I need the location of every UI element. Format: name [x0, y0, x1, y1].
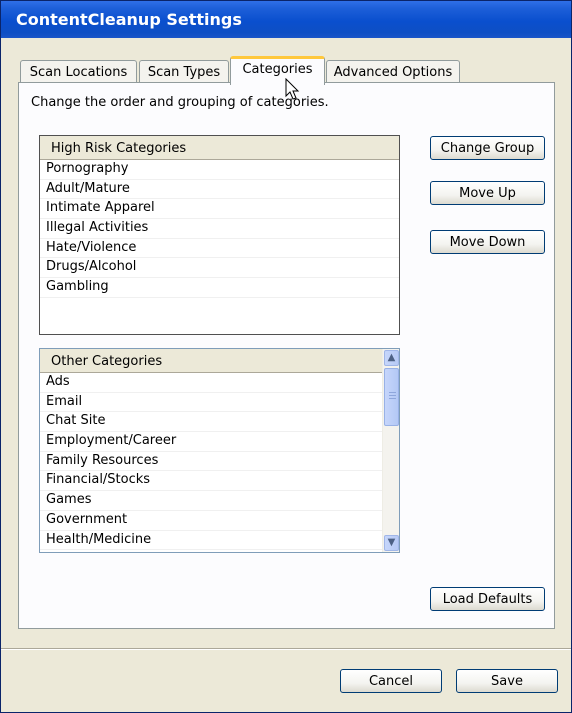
change-group-button[interactable]: Change Group: [430, 136, 545, 160]
list-item[interactable]: Government: [40, 511, 382, 531]
grip-line: [389, 398, 396, 399]
tab-label: Scan Types: [147, 65, 221, 80]
list-item[interactable]: Intimate Apparel: [40, 199, 399, 220]
footer-separator: [1, 648, 571, 650]
categories-panel: Change the order and grouping of categor…: [18, 82, 555, 629]
list-item[interactable]: Adult/Mature: [40, 180, 399, 200]
list-item[interactable]: Pornography: [40, 160, 399, 180]
tab-scan-locations[interactable]: Scan Locations: [20, 60, 137, 84]
tab-label: Advanced Options: [333, 65, 453, 80]
list-item[interactable]: Employment/Career: [40, 432, 382, 452]
settings-dialog: ContentCleanup Settings Scan Locations S…: [0, 0, 572, 713]
high-risk-list-header[interactable]: High Risk Categories: [40, 136, 399, 160]
tab-scan-types[interactable]: Scan Types: [139, 60, 229, 84]
other-list-header[interactable]: Other Categories: [40, 349, 382, 373]
chevron-up-icon[interactable]: ▲: [384, 350, 399, 366]
vertical-scrollbar[interactable]: ▲ ▼: [382, 349, 399, 552]
list-item[interactable]: Ads: [40, 373, 382, 393]
list-item[interactable]: Chat Site: [40, 412, 382, 433]
scroll-thumb[interactable]: [384, 368, 399, 426]
list-item[interactable]: Illegal Activities: [40, 219, 399, 239]
mouse-pointer-icon: [285, 78, 300, 100]
save-button[interactable]: Save: [456, 669, 558, 693]
window-title: ContentCleanup Settings: [16, 10, 242, 29]
list-item[interactable]: Games: [40, 491, 382, 511]
title-bar[interactable]: ContentCleanup Settings: [1, 1, 571, 38]
grip-line: [389, 395, 396, 396]
list-item[interactable]: Drugs/Alcohol: [40, 258, 399, 279]
cancel-button[interactable]: Cancel: [340, 669, 442, 693]
chevron-down-icon[interactable]: ▼: [384, 535, 399, 551]
other-list-content: Other Categories Ads Email Chat Site Emp…: [40, 349, 382, 551]
list-item[interactable]: Gambling: [40, 278, 399, 298]
high-risk-list[interactable]: High Risk Categories Pornography Adult/M…: [39, 135, 400, 335]
move-down-button[interactable]: Move Down: [430, 230, 545, 254]
tab-label: Scan Locations: [29, 65, 128, 80]
tab-advanced-options[interactable]: Advanced Options: [326, 60, 460, 84]
other-categories-list[interactable]: Other Categories Ads Email Chat Site Emp…: [39, 348, 400, 553]
move-up-button[interactable]: Move Up: [430, 181, 545, 205]
list-item[interactable]: Financial/Stocks: [40, 471, 382, 492]
list-item[interactable]: Email: [40, 393, 382, 413]
grip-line: [389, 392, 396, 393]
tab-label: Categories: [242, 62, 313, 77]
list-item[interactable]: Family Resources: [40, 452, 382, 472]
load-defaults-button[interactable]: Load Defaults: [430, 587, 545, 611]
list-item[interactable]: Hate/Violence: [40, 239, 399, 259]
tab-categories[interactable]: Categories: [230, 56, 325, 85]
list-item[interactable]: Health/Medicine: [40, 531, 382, 551]
